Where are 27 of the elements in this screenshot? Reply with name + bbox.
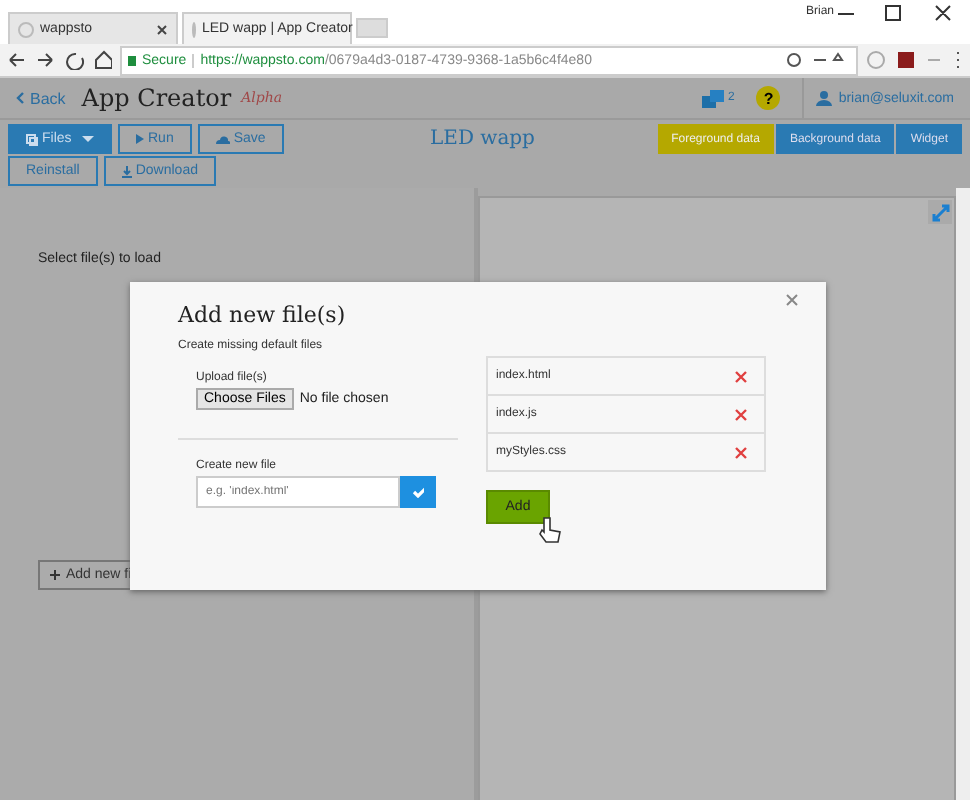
dialog-title: Add new file(s) — [178, 302, 348, 328]
chevron-left-icon — [16, 92, 24, 104]
lock-icon — [128, 55, 136, 65]
remove-icon[interactable] — [734, 407, 748, 421]
user-icon — [816, 90, 833, 106]
cloud-icon — [215, 135, 230, 143]
back-link[interactable]: Back — [16, 89, 66, 107]
files-icon — [26, 133, 38, 145]
navigation-icon[interactable] — [8, 50, 112, 70]
confirm-button[interactable] — [400, 476, 436, 508]
play-icon — [136, 134, 144, 144]
remove-icon[interactable] — [734, 445, 748, 459]
extensions-icon[interactable] — [866, 50, 962, 70]
close-icon[interactable] — [156, 23, 168, 35]
download-icon — [121, 165, 132, 177]
check-icon — [412, 486, 424, 498]
toolbar-icon[interactable] — [786, 51, 850, 69]
plus-icon — [50, 570, 60, 580]
scrollbar[interactable] — [956, 188, 970, 800]
window-controls-icon[interactable] — [834, 4, 954, 24]
app-title: App Creator — [81, 84, 232, 112]
app-name: LED wapp — [430, 128, 535, 150]
chat-icon — [701, 89, 724, 107]
help-button[interactable]: ? — [756, 86, 781, 110]
hand-cursor-icon — [538, 516, 562, 544]
close-icon[interactable] — [786, 294, 798, 306]
remove-icon[interactable] — [734, 369, 748, 383]
